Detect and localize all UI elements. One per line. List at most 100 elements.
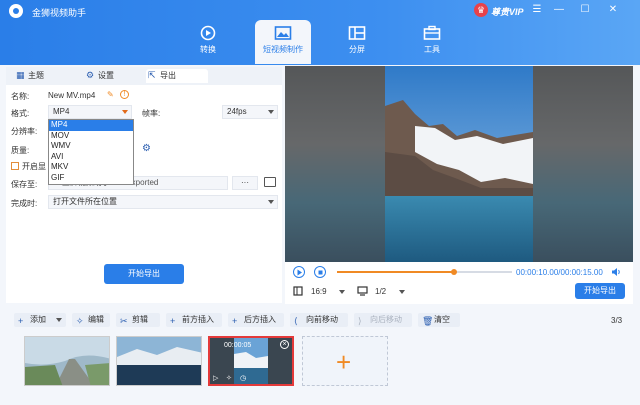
- magic-wand-icon: ✧: [76, 316, 84, 326]
- time-display: 00:00:10.00/00:00:15.00: [516, 268, 603, 277]
- format-option-gif[interactable]: GIF: [49, 173, 133, 184]
- clip-thumbnail-selected[interactable]: 00:00:05 × ▷ ✧ ◷: [208, 336, 294, 386]
- clip-thumbnail[interactable]: [116, 336, 202, 386]
- tab-export[interactable]: ⇱ 导出: [146, 69, 208, 83]
- framerate-label: 帧率:: [142, 109, 161, 118]
- info-icon[interactable]: !: [120, 90, 129, 99]
- gear-icon: ⚙: [86, 70, 95, 80]
- format-option-wmv[interactable]: WMV: [49, 141, 133, 152]
- format-option-mp4[interactable]: MP4: [49, 120, 133, 131]
- clock-icon[interactable]: ◷: [240, 374, 246, 382]
- page-indicator[interactable]: 1/2: [375, 287, 386, 296]
- minimize-icon[interactable]: —: [552, 3, 566, 17]
- move-left-icon: ⟨: [294, 316, 298, 326]
- insert-before-button[interactable]: + 前方插入: [166, 313, 222, 327]
- tab-split-screen[interactable]: 分屏: [329, 20, 385, 64]
- short-video-icon: [274, 26, 292, 40]
- add-label: 添加: [30, 315, 46, 324]
- folder-icon[interactable]: [264, 177, 276, 187]
- player-controls: 00:00:10.00/00:00:15.00 16:9 1/2 开始导出: [285, 262, 633, 304]
- magic-wand-icon[interactable]: ✧: [226, 374, 232, 382]
- format-dropdown: MP4 MOV WMV AVI MKV GIF: [48, 119, 134, 185]
- plus-icon: +: [336, 347, 352, 377]
- format-select[interactable]: MP4: [48, 105, 132, 119]
- monitor-icon: [357, 286, 368, 296]
- format-option-avi[interactable]: AVI: [49, 152, 133, 163]
- preview-export-button[interactable]: 开始导出: [575, 283, 625, 299]
- preview-blur-right: [533, 66, 633, 262]
- preview-frame-image: [385, 66, 533, 262]
- tab-short-video[interactable]: 短视频制作: [255, 20, 311, 64]
- vip-label[interactable]: 尊贵VIP: [491, 5, 524, 18]
- vip-crown-icon[interactable]: ♛: [474, 3, 488, 17]
- current-time: 00:00:10.00: [516, 268, 559, 277]
- add-button[interactable]: + 添加: [14, 313, 66, 327]
- stop-button[interactable]: [314, 266, 326, 278]
- clip-image: [25, 337, 109, 385]
- clip-duration: 00:00:05: [224, 342, 252, 349]
- total-time: 00:00:15.00: [560, 268, 603, 277]
- insert-after-button[interactable]: + 后方插入: [228, 313, 284, 327]
- play-icon[interactable]: ▷: [213, 374, 218, 382]
- gpu-checkbox[interactable]: [11, 162, 19, 170]
- play-button[interactable]: [293, 266, 305, 278]
- edit-name-icon[interactable]: ✎: [107, 90, 114, 99]
- stop-icon: [318, 270, 322, 274]
- start-export-button[interactable]: 开始导出: [104, 264, 184, 284]
- remove-clip-icon[interactable]: ×: [280, 340, 289, 349]
- chevron-down-icon: [268, 200, 274, 204]
- volume-icon[interactable]: [611, 267, 621, 277]
- tab-settings-label: 设置: [98, 71, 114, 80]
- move-back-button[interactable]: ⟩ 向后移动: [354, 313, 412, 327]
- clip-timeline: 00:00:05 × ▷ ✧ ◷ +: [6, 332, 633, 394]
- aspect-ratio-icon: [293, 286, 303, 296]
- split-screen-icon: [348, 26, 366, 40]
- menu-icon[interactable]: ☰: [530, 3, 544, 17]
- tab-theme[interactable]: ▦ 主题: [14, 69, 66, 83]
- progress-knob[interactable]: [450, 269, 457, 275]
- framerate-select-value: 24fps: [227, 107, 247, 116]
- clear-button[interactable]: 🗑 清空: [418, 313, 460, 327]
- close-icon[interactable]: ✕: [606, 3, 620, 17]
- add-clip-button[interactable]: +: [302, 336, 388, 386]
- convert-icon: [200, 25, 216, 41]
- framerate-select[interactable]: 24fps: [222, 105, 278, 119]
- trash-icon: 🗑: [422, 316, 434, 326]
- browse-button[interactable]: ···: [232, 176, 258, 190]
- tab-tools[interactable]: 工具: [404, 20, 460, 64]
- aspect-ratio-value[interactable]: 16:9: [311, 287, 327, 296]
- edit-button[interactable]: ✧ 编辑: [72, 313, 110, 327]
- tab-split-screen-label: 分屏: [349, 45, 365, 54]
- progress-slider[interactable]: [337, 269, 512, 275]
- resolution-label: 分辨率:: [11, 127, 38, 136]
- complete-select-value: 打开文件所在位置: [53, 197, 117, 206]
- clear-label: 清空: [434, 315, 450, 324]
- chevron-down-icon[interactable]: [339, 290, 345, 294]
- chevron-down-icon: [122, 110, 128, 114]
- format-option-mkv[interactable]: MKV: [49, 162, 133, 173]
- move-right-icon: ⟩: [358, 316, 362, 326]
- move-forward-button[interactable]: ⟨ 向前移动: [290, 313, 348, 327]
- toolbox-icon: [423, 25, 441, 40]
- maximize-icon[interactable]: ☐: [578, 3, 592, 17]
- format-option-mov[interactable]: MOV: [49, 131, 133, 142]
- tab-settings[interactable]: ⚙ 设置: [84, 69, 136, 83]
- insert-after-icon: +: [232, 316, 238, 326]
- save-label: 保存至:: [11, 180, 38, 189]
- tab-convert[interactable]: 转换: [180, 20, 236, 64]
- plus-icon: +: [18, 316, 24, 326]
- complete-label: 完成时:: [11, 199, 38, 208]
- clip-count: 3/3: [611, 316, 623, 325]
- complete-select[interactable]: 打开文件所在位置: [48, 195, 278, 209]
- panel-tabs: ▦ 主题 ⚙ 设置 ⇱ 导出: [6, 67, 282, 85]
- clip-thumbnail[interactable]: [24, 336, 110, 386]
- tab-theme-label: 主题: [28, 71, 44, 80]
- app-window: 金狮视频助手 ♛ 尊贵VIP ☰ — ☐ ✕ 转换 短视频制作 分屏 工具 ▦ …: [0, 0, 640, 405]
- gpu-label: 开启显: [22, 162, 46, 171]
- gear-icon[interactable]: ⚙: [142, 143, 151, 154]
- name-value[interactable]: New MV.mp4: [48, 91, 95, 100]
- edit-toolbar: + 添加 ✧ 编辑 ✂ 剪辑 + 前方插入 + 后方插入 ⟨ 向前移动 ⟩ 向后…: [6, 311, 633, 329]
- cut-button[interactable]: ✂ 剪辑: [116, 313, 160, 327]
- scissors-icon: ✂: [120, 316, 128, 326]
- chevron-down-icon[interactable]: [399, 290, 405, 294]
